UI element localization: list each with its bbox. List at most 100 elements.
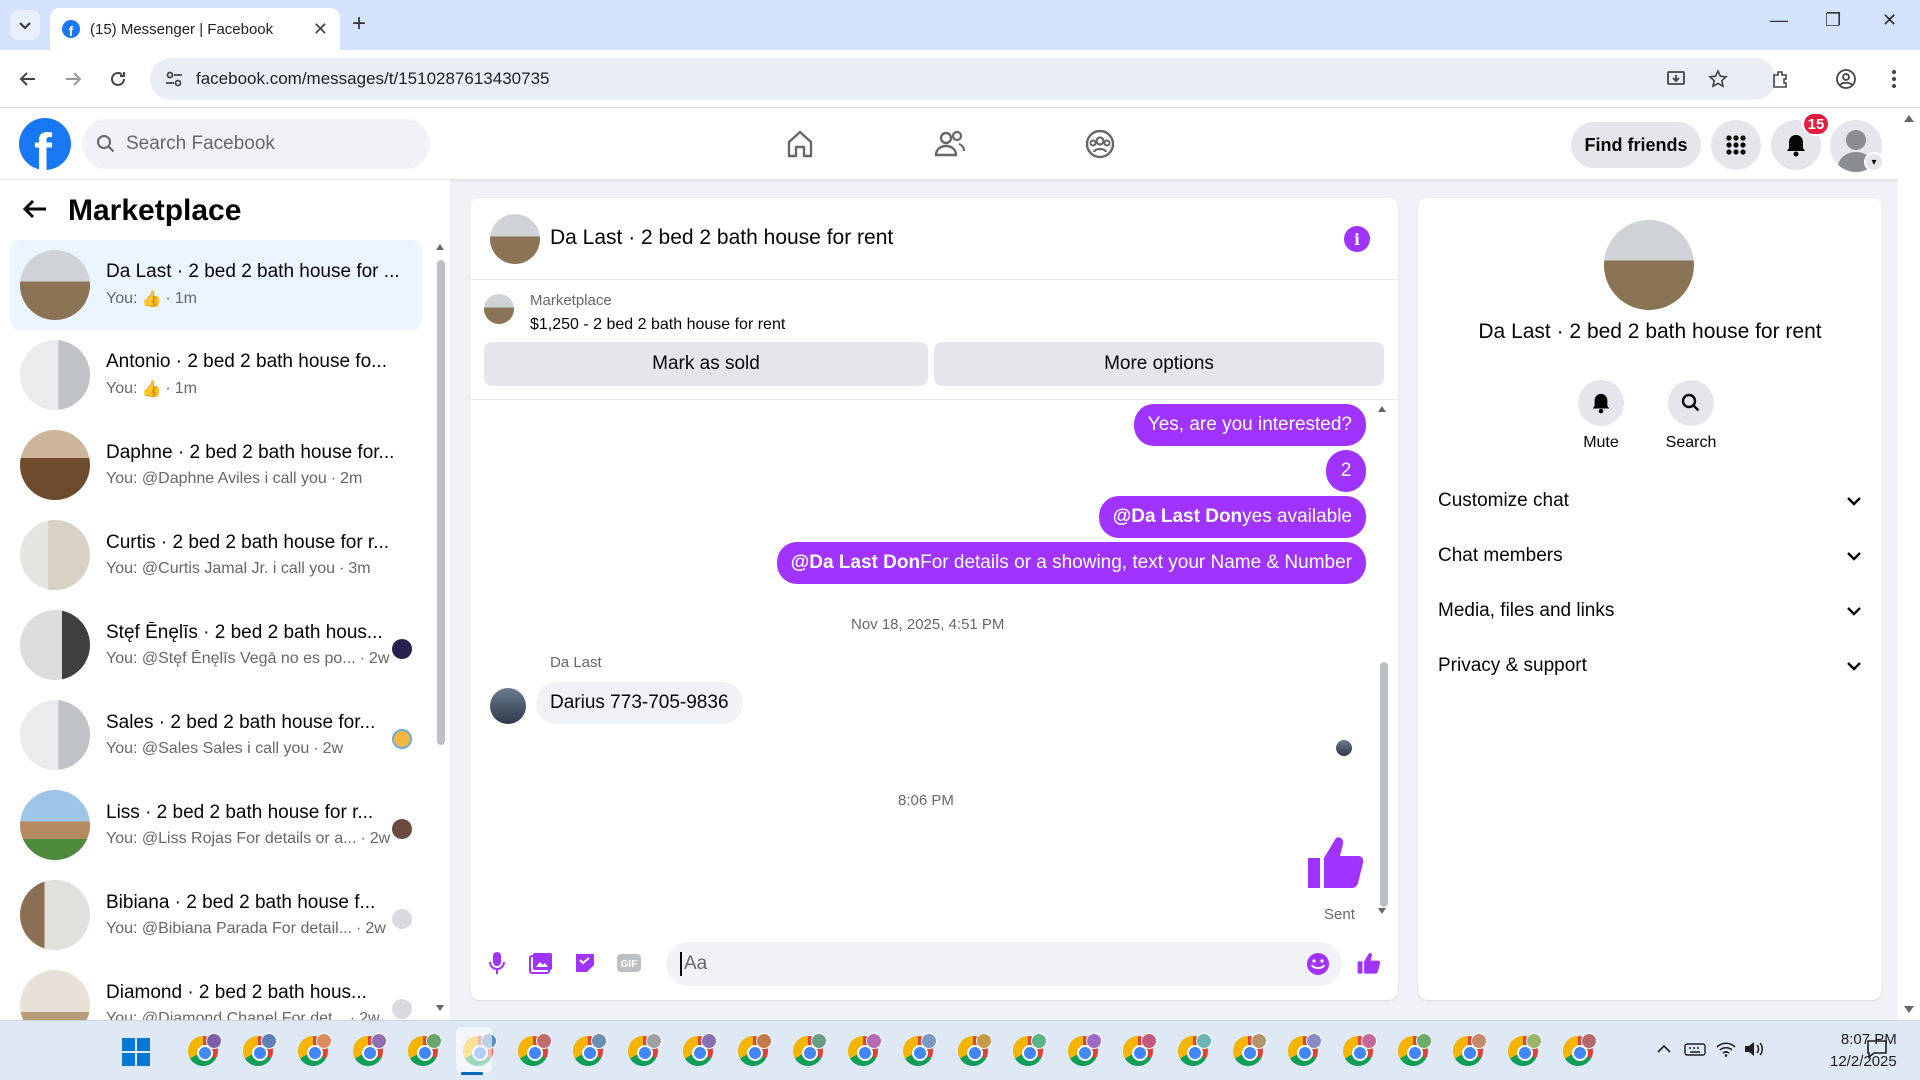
facebook-search-input[interactable]: Search Facebook — [82, 119, 430, 169]
sticker-icon[interactable] — [570, 948, 600, 978]
minimize-icon[interactable]: — — [1770, 10, 1788, 31]
conversation-item[interactable]: Daphne · 2 bed 2 bath house for... You: … — [10, 420, 422, 510]
chrome-profile-taskbar-icon[interactable] — [296, 1033, 332, 1069]
chevron-down-icon[interactable]: ▾ — [1864, 152, 1884, 172]
chrome-profile-taskbar-icon[interactable] — [1341, 1033, 1377, 1069]
bookmark-star-icon[interactable] — [1704, 65, 1732, 93]
chrome-profile-taskbar-icon[interactable] — [1121, 1033, 1157, 1069]
outgoing-message[interactable]: Yes, are you interested? — [1133, 404, 1366, 446]
home-icon[interactable] — [780, 124, 820, 164]
tab-list-button[interactable] — [10, 10, 40, 40]
mark-as-sold-button[interactable]: Mark as sold — [484, 342, 928, 386]
address-bar[interactable]: facebook.com/messages/t/1510287613430735 — [150, 58, 1776, 100]
back-icon[interactable] — [14, 65, 42, 93]
chrome-profile-taskbar-icon[interactable] — [186, 1033, 222, 1069]
chrome-profile-taskbar-icon[interactable] — [241, 1033, 277, 1069]
outgoing-message[interactable]: @Da Last Don yes available — [1098, 496, 1366, 538]
restore-icon[interactable]: ❐ — [1825, 10, 1841, 31]
chrome-profile-taskbar-icon[interactable] — [571, 1033, 607, 1069]
chrome-profile-taskbar-icon[interactable] — [1396, 1033, 1432, 1069]
chrome-profile-taskbar-icon[interactable] — [351, 1033, 387, 1069]
chrome-profile-taskbar-icon[interactable] — [791, 1033, 827, 1069]
conversation-item[interactable]: Diamond · 2 bed 2 bath hous... You: @Dia… — [10, 960, 422, 1020]
friends-icon[interactable] — [930, 124, 970, 164]
forward-icon[interactable] — [59, 65, 87, 93]
conversation-item[interactable]: Da Last · 2 bed 2 bath house for ... You… — [10, 240, 422, 330]
info-icon[interactable]: i — [1344, 226, 1370, 252]
site-info-icon[interactable] — [164, 69, 184, 89]
show-hidden-icons-icon[interactable] — [1656, 1041, 1672, 1059]
back-arrow-icon[interactable] — [22, 195, 48, 227]
new-tab-button[interactable]: + — [352, 12, 366, 36]
facebook-logo-icon[interactable]: f — [19, 118, 71, 170]
wifi-icon[interactable] — [1716, 1041, 1736, 1062]
chrome-profile-taskbar-icon[interactable] — [1506, 1033, 1542, 1069]
chat-title[interactable]: Da Last · 2 bed 2 bath house for rent — [550, 226, 893, 250]
chat-scroll-thumb[interactable] — [1380, 662, 1388, 907]
gif-icon[interactable]: GIF — [614, 948, 644, 978]
listing-title[interactable]: $1,250 - 2 bed 2 bath house for rent — [530, 316, 785, 334]
page-scrollbar[interactable] — [1898, 108, 1920, 1020]
read-receipt-avatar — [392, 639, 412, 659]
chrome-profile-taskbar-icon[interactable] — [1451, 1033, 1487, 1069]
chrome-profile-taskbar-icon[interactable] — [736, 1033, 772, 1069]
emoji-icon[interactable] — [1306, 952, 1330, 982]
listing-thumbnail[interactable] — [484, 294, 514, 324]
extensions-icon[interactable] — [1766, 65, 1794, 93]
conversation-item[interactable]: Curtis · 2 bed 2 bath house for r... You… — [10, 510, 422, 600]
conversation-item[interactable]: Stęf Ēnęlīs · 2 bed 2 bath hous... You: … — [10, 600, 422, 690]
install-app-icon[interactable] — [1662, 65, 1690, 93]
groups-icon[interactable] — [1080, 124, 1120, 164]
chrome-profile-taskbar-icon[interactable] — [1286, 1033, 1322, 1069]
browser-tab-messenger[interactable]: f (15) Messenger | Facebook ✕ — [50, 8, 340, 50]
outgoing-message[interactable]: 2 — [1326, 450, 1366, 492]
large-thumbs-up-icon[interactable] — [1304, 830, 1368, 899]
conversation-item[interactable]: Sales · 2 bed 2 bath house for... You: @… — [10, 690, 422, 780]
chrome-profile-taskbar-icon[interactable] — [1176, 1033, 1212, 1069]
chrome-profile-taskbar-icon[interactable] — [1561, 1033, 1597, 1069]
keyboard-status-icon[interactable] — [1684, 1041, 1706, 1062]
media-files-links-section[interactable]: Media, files and links — [1438, 586, 1862, 636]
more-options-button[interactable]: More options — [934, 342, 1384, 386]
conversation-item[interactable]: Bibiana · 2 bed 2 bath house f... You: @… — [10, 870, 422, 960]
chrome-profile-taskbar-icon[interactable] — [1231, 1033, 1267, 1069]
thumbs-up-send-icon[interactable] — [1354, 948, 1384, 978]
search-conversation-button[interactable]: Search — [1651, 380, 1731, 452]
mention[interactable]: @Da Last Don — [791, 552, 920, 574]
message-input[interactable]: Aa — [666, 942, 1342, 986]
conversation-item[interactable]: Antonio · 2 bed 2 bath house fo... You: 👍… — [10, 330, 422, 420]
mention[interactable]: @Da Last Don — [1113, 506, 1242, 528]
customize-chat-section[interactable]: Customize chat — [1438, 476, 1862, 526]
profile-icon[interactable] — [1832, 65, 1860, 93]
mute-button[interactable]: Mute — [1561, 380, 1641, 452]
reload-icon[interactable] — [104, 65, 132, 93]
conversation-item[interactable]: Liss · 2 bed 2 bath house for r... You: … — [10, 780, 422, 870]
close-window-icon[interactable]: ✕ — [1882, 10, 1897, 31]
privacy-support-section[interactable]: Privacy & support — [1438, 641, 1862, 691]
chrome-profile-taskbar-icon[interactable] — [406, 1033, 442, 1069]
browser-menu-icon[interactable] — [1880, 65, 1908, 93]
sidebar-scroll-thumb[interactable] — [437, 260, 445, 745]
chrome-profile-taskbar-icon[interactable] — [1066, 1033, 1102, 1069]
menu-grid-icon[interactable] — [1711, 120, 1761, 170]
chrome-profile-taskbar-icon[interactable] — [626, 1033, 662, 1069]
close-tab-icon[interactable]: ✕ — [313, 19, 328, 40]
volume-icon[interactable] — [1744, 1041, 1766, 1062]
chrome-profile-taskbar-icon[interactable] — [956, 1033, 992, 1069]
conversation-avatar[interactable] — [1604, 220, 1694, 310]
microphone-icon[interactable] — [482, 948, 512, 978]
outgoing-message[interactable]: @Da Last Don For details or a showing, t… — [776, 542, 1366, 584]
chrome-profile-taskbar-icon[interactable] — [516, 1033, 552, 1069]
chat-members-section[interactable]: Chat members — [1438, 531, 1862, 581]
windows-start-icon[interactable] — [122, 1038, 150, 1066]
find-friends-button[interactable]: Find friends — [1571, 122, 1701, 168]
chrome-profile-taskbar-icon[interactable] — [1011, 1033, 1047, 1069]
chrome-profile-taskbar-icon[interactable] — [846, 1033, 882, 1069]
chat-avatar[interactable] — [490, 214, 540, 264]
notification-center-icon[interactable] — [1866, 1039, 1888, 1064]
photo-icon[interactable] — [526, 948, 556, 978]
sender-avatar[interactable] — [490, 688, 526, 724]
chrome-profile-taskbar-icon[interactable] — [901, 1033, 937, 1069]
incoming-message[interactable]: Darius 773-705-9836 — [536, 682, 743, 724]
chrome-profile-taskbar-icon[interactable] — [681, 1033, 717, 1069]
